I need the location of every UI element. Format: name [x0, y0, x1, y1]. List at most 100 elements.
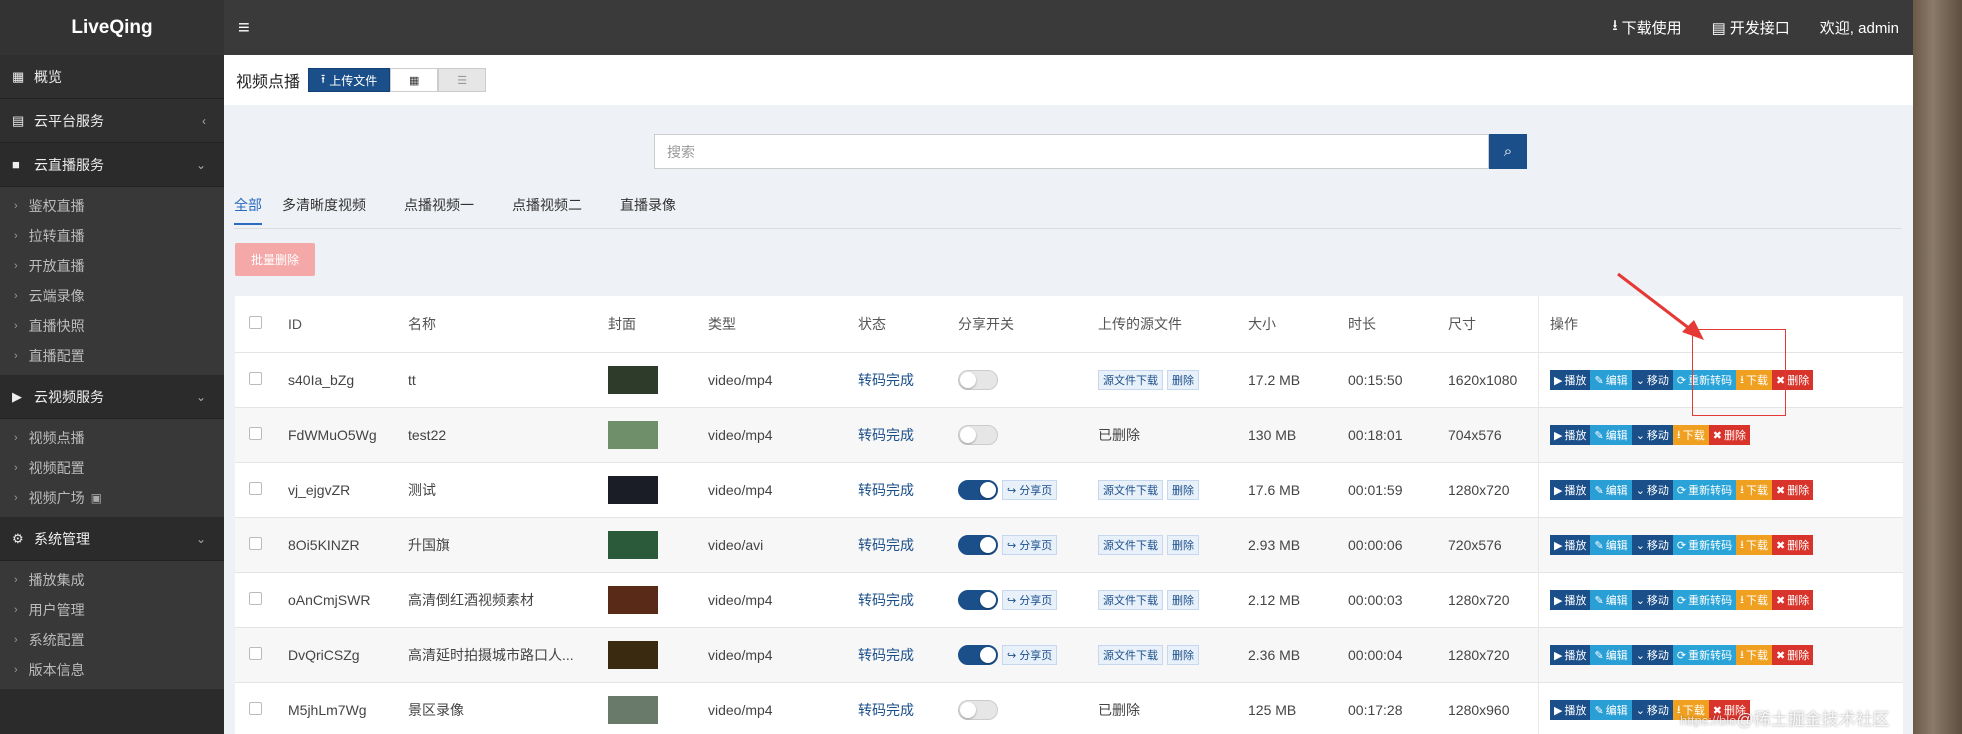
share-page-link[interactable]: ↪ 分享页 [1002, 645, 1058, 665]
cover-thumbnail[interactable] [608, 641, 658, 669]
sidebar-subitem[interactable]: › 系统配置 [0, 625, 224, 655]
list-view-button[interactable]: ☰ [438, 68, 487, 92]
delete-button[interactable]: ✖ 删除 [1708, 425, 1750, 445]
search-input[interactable]: 搜索 [654, 134, 1489, 169]
download-button[interactable]: ⭳ 下载 [1736, 590, 1772, 610]
move-button[interactable]: ⌄ 移动 [1631, 535, 1673, 555]
sidebar-subitem[interactable]: › 开放直播 [0, 251, 224, 281]
edit-button[interactable]: ✎ 编辑 [1590, 590, 1632, 610]
user-menu[interactable]: 欢迎, admin [1820, 17, 1899, 38]
cover-thumbnail[interactable] [608, 586, 658, 614]
delete-button[interactable]: ✖ 删除 [1771, 480, 1814, 500]
row-checkbox[interactable] [249, 482, 262, 495]
source-download-link[interactable]: 源文件下载 [1098, 645, 1163, 665]
sidebar-subitem[interactable]: › 鉴权直播 [0, 191, 224, 221]
download-link[interactable]: ⭳ 下载使用 [1612, 15, 1681, 40]
row-checkbox[interactable] [249, 427, 262, 440]
delete-button[interactable]: ✖ 删除 [1771, 590, 1814, 610]
col-name[interactable]: 名称 [408, 314, 608, 334]
source-delete-link[interactable]: 删除 [1167, 480, 1199, 500]
col-size[interactable]: 大小 [1248, 314, 1348, 334]
share-toggle[interactable] [958, 480, 998, 500]
tab-multi-resolution[interactable]: 多清晰度视频 [282, 195, 384, 225]
edit-button[interactable]: ✎ 编辑 [1590, 645, 1632, 665]
tab-live-recording[interactable]: 直播录像 [620, 195, 694, 225]
cover-thumbnail[interactable] [608, 421, 658, 449]
row-checkbox[interactable] [249, 647, 262, 660]
retranscode-button[interactable]: ⟳ 重新转码 [1672, 480, 1737, 500]
source-download-link[interactable]: 源文件下载 [1098, 535, 1163, 555]
delete-button[interactable]: ✖ 删除 [1771, 535, 1814, 555]
source-delete-link[interactable]: 删除 [1167, 535, 1199, 555]
sidebar-subitem[interactable]: › 拉转直播 [0, 221, 224, 251]
play-button[interactable]: ▶ 播放 [1550, 480, 1591, 500]
download-button[interactable]: ⭳ 下载 [1736, 480, 1772, 500]
download-button[interactable]: ⭳ 下载 [1672, 425, 1709, 445]
row-checkbox[interactable] [249, 372, 262, 385]
sidebar-item-cloud-video[interactable]: ▶ 云视频服务 ⌄ [0, 375, 224, 419]
select-all-checkbox[interactable] [249, 316, 262, 329]
move-button[interactable]: ⌄ 移动 [1631, 425, 1673, 445]
play-button[interactable]: ▶ 播放 [1550, 590, 1591, 610]
share-page-link[interactable]: ↪ 分享页 [1002, 480, 1058, 500]
col-state[interactable]: 状态 [858, 314, 958, 334]
sidebar-item-cloud-live[interactable]: ■ 云直播服务 ⌄ [0, 143, 224, 187]
cover-thumbnail[interactable] [608, 531, 658, 559]
delete-button[interactable]: ✖ 删除 [1771, 645, 1814, 665]
source-delete-link[interactable]: 删除 [1167, 590, 1199, 610]
edit-button[interactable]: ✎ 编辑 [1590, 370, 1632, 390]
row-checkbox[interactable] [249, 537, 262, 550]
share-toggle[interactable] [958, 535, 998, 555]
share-toggle[interactable] [958, 645, 998, 665]
tab-all[interactable]: 全部 [234, 195, 262, 225]
cover-thumbnail[interactable] [608, 366, 658, 394]
row-checkbox[interactable] [249, 702, 262, 715]
share-toggle[interactable] [958, 590, 998, 610]
cover-thumbnail[interactable] [608, 476, 658, 504]
download-button[interactable]: ⭳ 下载 [1736, 645, 1772, 665]
tab-vod-2[interactable]: 点播视频二 [512, 195, 600, 225]
sidebar-subitem[interactable]: › 视频配置 [0, 453, 224, 483]
play-button[interactable]: ▶ 播放 [1550, 645, 1591, 665]
source-download-link[interactable]: 源文件下载 [1098, 370, 1163, 390]
share-toggle[interactable] [958, 370, 998, 390]
share-page-link[interactable]: ↪ 分享页 [1002, 535, 1058, 555]
api-link[interactable]: ▤ 开发接口 [1712, 17, 1790, 38]
retranscode-button[interactable]: ⟳ 重新转码 [1672, 590, 1737, 610]
share-page-link[interactable]: ↪ 分享页 [1002, 590, 1058, 610]
brand-logo[interactable]: LiveQing [0, 0, 224, 55]
edit-button[interactable]: ✎ 编辑 [1590, 480, 1632, 500]
row-checkbox[interactable] [249, 592, 262, 605]
sidebar-item-overview[interactable]: ▦ 概览 [0, 55, 224, 99]
source-download-link[interactable]: 源文件下载 [1098, 590, 1163, 610]
hamburger-icon[interactable]: ≡ [238, 17, 250, 40]
sidebar-subitem[interactable]: › 播放集成 [0, 565, 224, 595]
retranscode-button[interactable]: ⟳ 重新转码 [1672, 645, 1737, 665]
retranscode-button[interactable]: ⟳ 重新转码 [1672, 535, 1737, 555]
move-button[interactable]: ⌄ 移动 [1631, 700, 1673, 720]
grid-view-button[interactable]: ▦ [390, 68, 439, 92]
play-button[interactable]: ▶ 播放 [1550, 370, 1591, 390]
move-button[interactable]: ⌄ 移动 [1631, 590, 1673, 610]
col-duration[interactable]: 时长 [1348, 314, 1448, 334]
source-delete-link[interactable]: 删除 [1167, 370, 1199, 390]
play-button[interactable]: ▶ 播放 [1550, 425, 1591, 445]
search-button[interactable]: ⌕ [1489, 134, 1527, 169]
sidebar-subitem[interactable]: › 视频点播 [0, 423, 224, 453]
sidebar-subitem[interactable]: › 视频广场 ▣ [0, 483, 224, 513]
sidebar-item-system[interactable]: ⚙ 系统管理 ⌄ [0, 517, 224, 561]
share-toggle[interactable] [958, 700, 998, 720]
edit-button[interactable]: ✎ 编辑 [1590, 700, 1632, 720]
sidebar-subitem[interactable]: › 版本信息 [0, 655, 224, 685]
col-type[interactable]: 类型 [708, 314, 858, 334]
play-button[interactable]: ▶ 播放 [1550, 700, 1591, 720]
source-download-link[interactable]: 源文件下载 [1098, 480, 1163, 500]
col-id[interactable]: ID [288, 316, 408, 332]
batch-delete-button[interactable]: 批量删除 [235, 243, 315, 276]
edit-button[interactable]: ✎ 编辑 [1590, 535, 1632, 555]
move-button[interactable]: ⌄ 移动 [1631, 480, 1673, 500]
upload-button[interactable]: ⭱ 上传文件 [308, 68, 391, 92]
play-button[interactable]: ▶ 播放 [1550, 535, 1591, 555]
source-delete-link[interactable]: 删除 [1167, 645, 1199, 665]
edit-button[interactable]: ✎ 编辑 [1590, 425, 1632, 445]
